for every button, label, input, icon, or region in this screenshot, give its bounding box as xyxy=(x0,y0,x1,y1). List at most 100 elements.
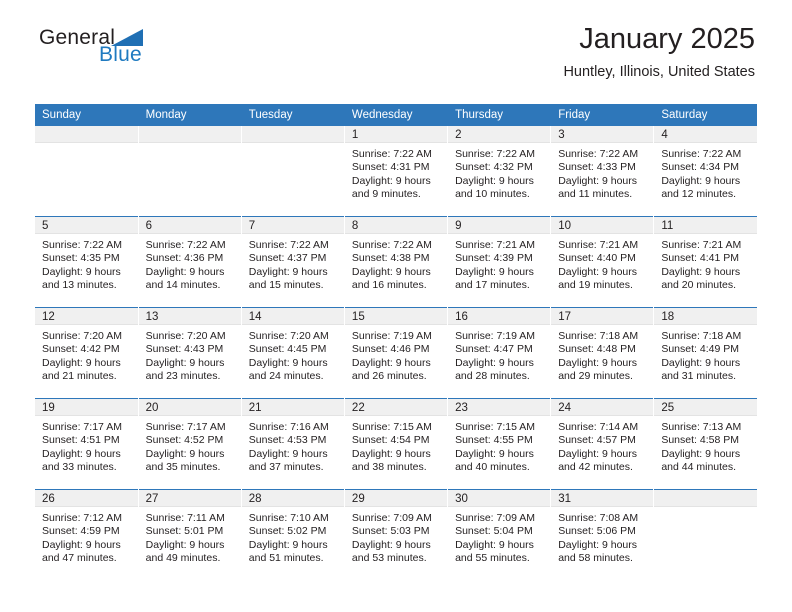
day-detail-line: Daylight: 9 hours xyxy=(248,356,328,369)
day-detail-line: Daylight: 9 hours xyxy=(455,265,534,278)
day-detail-line: and 38 minutes. xyxy=(351,461,427,474)
calendar-day-cell[interactable]: 17 Sunrise: 7:18 AM Sunset: 4:48 PM Dayligh… xyxy=(550,307,655,399)
calendar-day-cell[interactable]: 11 Sunrise: 7:21 AM Sunset: 4:41 PM Dayligh… xyxy=(653,216,757,308)
calendar-day-cell[interactable]: 2 Sunrise: 7:22 AM Sunset: 4:32 PM Daylight… xyxy=(447,126,552,217)
calendar-day-cell[interactable]: 8 Sunrise: 7:22 AM Sunset: 4:38 PM Daylight… xyxy=(344,216,449,308)
calendar-body: 1 Sunrise: 7:22 AM Sunset: 4:31 PM Daylight… xyxy=(35,126,757,580)
day-details: Sunrise: 7:22 AM Sunset: 4:35 PM Daylight:… xyxy=(35,234,138,293)
day-details: Sunrise: 7:19 AM Sunset: 4:47 PM Daylight:… xyxy=(448,325,550,384)
weekday-header-thursday: Thursday xyxy=(447,104,552,126)
day-detail-line: Sunset: 5:04 PM xyxy=(455,525,533,538)
calendar-day-cell[interactable]: 18 Sunrise: 7:18 AM Sunset: 4:49 PM Dayligh… xyxy=(653,307,757,399)
day-details: Sunrise: 7:22 AM Sunset: 4:34 PM Daylight:… xyxy=(654,143,757,202)
day-detail-line: Sunset: 5:01 PM xyxy=(145,525,224,538)
day-number: 22 xyxy=(344,399,448,416)
day-details: Sunrise: 7:17 AM Sunset: 4:51 PM Daylight:… xyxy=(35,416,138,475)
day-detail-line: Sunset: 4:31 PM xyxy=(351,161,430,174)
day-details: Sunrise: 7:12 AM Sunset: 4:59 PM Daylight:… xyxy=(35,507,138,566)
calendar-week-row: 12 Sunrise: 7:20 AM Sunset: 4:42 PM Dayligh… xyxy=(35,307,757,399)
day-detail-line: and 33 minutes. xyxy=(42,461,117,474)
calendar-day-cell[interactable]: 16 Sunrise: 7:19 AM Sunset: 4:47 PM Dayligh… xyxy=(447,307,552,399)
day-detail-line: and 53 minutes. xyxy=(351,552,427,565)
day-number: 2 xyxy=(448,126,551,143)
day-detail-line: Daylight: 9 hours xyxy=(145,265,225,278)
calendar-day-cell[interactable]: 22 Sunrise: 7:15 AM Sunset: 4:54 PM Dayligh… xyxy=(344,398,449,490)
day-detail-line: Sunset: 4:40 PM xyxy=(558,252,636,265)
day-details: Sunrise: 7:11 AM Sunset: 5:01 PM Daylight:… xyxy=(139,507,241,566)
day-detail-line: Sunrise: 7:10 AM xyxy=(248,512,329,524)
day-detail-line: and 29 minutes. xyxy=(558,370,633,383)
location-subtitle: Huntley, Illinois, United States xyxy=(563,64,755,80)
day-details xyxy=(35,143,138,148)
weekday-header-tuesday: Tuesday xyxy=(241,104,345,126)
calendar-day-cell[interactable]: 25 Sunrise: 7:13 AM Sunset: 4:58 PM Dayligh… xyxy=(653,398,757,490)
calendar-day-cell[interactable]: 9 Sunrise: 7:21 AM Sunset: 4:39 PM Daylight… xyxy=(447,216,552,308)
calendar-day-cell[interactable]: 26 Sunrise: 7:12 AM Sunset: 4:59 PM Dayligh… xyxy=(35,489,139,580)
day-details xyxy=(242,143,344,148)
day-number xyxy=(654,490,757,507)
day-number: 17 xyxy=(551,308,654,325)
calendar-day-cell[interactable]: 20 Sunrise: 7:17 AM Sunset: 4:52 PM Dayligh… xyxy=(138,398,242,490)
calendar-day-cell[interactable]: 14 Sunrise: 7:20 AM Sunset: 4:45 PM Dayligh… xyxy=(241,307,345,399)
day-detail-line: Daylight: 9 hours xyxy=(351,356,431,369)
day-details: Sunrise: 7:18 AM Sunset: 4:49 PM Daylight:… xyxy=(654,325,757,384)
day-detail-line: and 23 minutes. xyxy=(145,370,221,383)
calendar-day-cell[interactable]: 24 Sunrise: 7:14 AM Sunset: 4:57 PM Dayligh… xyxy=(550,398,655,490)
day-detail-line: Sunrise: 7:09 AM xyxy=(455,512,536,524)
calendar-day-cell[interactable]: 13 Sunrise: 7:20 AM Sunset: 4:43 PM Dayligh… xyxy=(138,307,242,399)
day-detail-line: Sunset: 4:53 PM xyxy=(248,434,327,447)
day-detail-line: Sunset: 4:38 PM xyxy=(351,252,430,265)
general-blue-logo[interactable]: General Blue xyxy=(39,26,219,74)
calendar-day-cell[interactable]: 28 Sunrise: 7:10 AM Sunset: 5:02 PM Dayligh… xyxy=(241,489,345,580)
day-detail-line: Daylight: 9 hours xyxy=(661,356,741,369)
day-detail-line: Sunset: 4:36 PM xyxy=(145,252,224,265)
calendar-day-cell[interactable]: 5 Sunrise: 7:22 AM Sunset: 4:35 PM Daylight… xyxy=(35,216,139,308)
day-detail-line: and 55 minutes. xyxy=(455,552,530,565)
calendar-day-cell[interactable]: 12 Sunrise: 7:20 AM Sunset: 4:42 PM Dayligh… xyxy=(35,307,139,399)
calendar-day-cell[interactable]: 7 Sunrise: 7:22 AM Sunset: 4:37 PM Daylight… xyxy=(241,216,345,308)
day-detail-line: Sunrise: 7:21 AM xyxy=(661,239,742,251)
day-details: Sunrise: 7:21 AM Sunset: 4:41 PM Daylight:… xyxy=(654,234,757,293)
day-detail-line: and 10 minutes. xyxy=(455,188,530,201)
day-details: Sunrise: 7:15 AM Sunset: 4:54 PM Daylight:… xyxy=(345,416,447,475)
day-number: 28 xyxy=(241,490,344,507)
day-detail-line: Sunset: 4:59 PM xyxy=(42,525,120,538)
day-detail-line: Daylight: 9 hours xyxy=(351,447,431,460)
day-details: Sunrise: 7:17 AM Sunset: 4:52 PM Daylight:… xyxy=(139,416,241,475)
calendar-day-cell[interactable]: 1 Sunrise: 7:22 AM Sunset: 4:31 PM Daylight… xyxy=(344,126,449,217)
day-detail-line: Sunrise: 7:11 AM xyxy=(145,512,225,524)
day-detail-line: Sunrise: 7:18 AM xyxy=(558,330,639,342)
calendar-day-cell[interactable]: 3 Sunrise: 7:22 AM Sunset: 4:33 PM Daylight… xyxy=(550,126,655,217)
calendar-day-cell[interactable]: 21 Sunrise: 7:16 AM Sunset: 4:53 PM Dayligh… xyxy=(241,398,345,490)
day-detail-line: Sunrise: 7:17 AM xyxy=(42,421,122,433)
day-detail-line: Sunrise: 7:20 AM xyxy=(42,330,122,342)
day-details: Sunrise: 7:22 AM Sunset: 4:32 PM Daylight:… xyxy=(448,143,550,202)
calendar-day-cell[interactable]: 19 Sunrise: 7:17 AM Sunset: 4:51 PM Dayligh… xyxy=(35,398,139,490)
day-detail-line: and 12 minutes. xyxy=(661,188,737,201)
calendar-day-cell[interactable]: 31 Sunrise: 7:08 AM Sunset: 5:06 PM Dayligh… xyxy=(550,489,655,580)
day-details: Sunrise: 7:19 AM Sunset: 4:46 PM Daylight:… xyxy=(345,325,447,384)
calendar-day-cell[interactable]: 30 Sunrise: 7:09 AM Sunset: 5:04 PM Dayligh… xyxy=(447,489,552,580)
day-detail-line: Daylight: 9 hours xyxy=(248,538,328,551)
day-details: Sunrise: 7:13 AM Sunset: 4:58 PM Daylight:… xyxy=(654,416,757,475)
day-detail-line: Sunset: 5:06 PM xyxy=(558,525,636,538)
day-details xyxy=(139,143,241,148)
calendar-week-row: 1 Sunrise: 7:22 AM Sunset: 4:31 PM Daylight… xyxy=(35,126,757,217)
day-detail-line: Sunrise: 7:19 AM xyxy=(455,330,536,342)
calendar-day-cell[interactable]: 10 Sunrise: 7:21 AM Sunset: 4:40 PM Dayligh… xyxy=(550,216,655,308)
day-detail-line: Daylight: 9 hours xyxy=(558,447,637,460)
day-detail-line: Sunset: 4:51 PM xyxy=(42,434,120,447)
calendar-day-cell[interactable]: 15 Sunrise: 7:19 AM Sunset: 4:46 PM Dayligh… xyxy=(344,307,449,399)
day-number xyxy=(241,126,344,143)
day-detail-line: Sunset: 4:33 PM xyxy=(558,161,636,174)
calendar-day-cell[interactable]: 29 Sunrise: 7:09 AM Sunset: 5:03 PM Dayligh… xyxy=(344,489,449,580)
calendar-day-cell[interactable]: 6 Sunrise: 7:22 AM Sunset: 4:36 PM Daylight… xyxy=(138,216,242,308)
weekday-header-monday: Monday xyxy=(138,104,242,126)
calendar-day-cell[interactable]: 4 Sunrise: 7:22 AM Sunset: 4:34 PM Daylight… xyxy=(653,126,757,217)
day-detail-line: and 16 minutes. xyxy=(351,279,427,292)
calendar-day-cell[interactable]: 23 Sunrise: 7:15 AM Sunset: 4:55 PM Dayligh… xyxy=(447,398,552,490)
calendar-day-cell[interactable]: 27 Sunrise: 7:11 AM Sunset: 5:01 PM Dayligh… xyxy=(138,489,242,580)
day-detail-line: Sunrise: 7:14 AM xyxy=(558,421,639,433)
day-detail-line: Sunrise: 7:22 AM xyxy=(42,239,122,251)
day-detail-line: and 13 minutes. xyxy=(42,279,117,292)
